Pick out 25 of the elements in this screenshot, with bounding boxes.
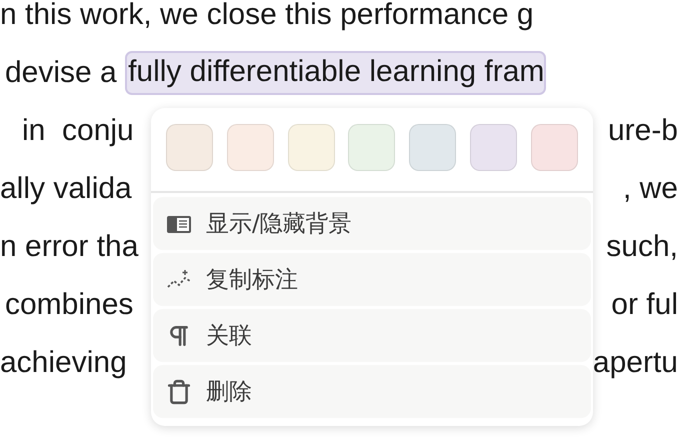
- color-swatch[interactable]: [348, 124, 396, 171]
- menu-item[interactable]: 删除: [153, 365, 591, 418]
- color-swatch[interactable]: [166, 124, 213, 171]
- color-swatch[interactable]: [226, 124, 274, 171]
- trash-icon: [166, 378, 192, 404]
- menu-item[interactable]: 复制标注: [153, 253, 591, 306]
- document-text: , we: [622, 172, 678, 206]
- color-swatch[interactable]: [409, 124, 456, 171]
- document-text: n error tha: [0, 230, 138, 264]
- color-swatch[interactable]: [530, 124, 578, 171]
- document-text: ure-b: [608, 114, 678, 148]
- color-swatch[interactable]: [288, 124, 335, 171]
- document-text: ally valida: [0, 172, 132, 206]
- document-text: such,: [606, 230, 678, 264]
- highlighted-text[interactable]: fully differentiable learning fram: [125, 51, 546, 95]
- menu-item[interactable]: 关联: [153, 309, 591, 362]
- document-text: achieving: [0, 346, 127, 380]
- color-swatch[interactable]: [470, 124, 518, 171]
- document-text: or ful: [611, 288, 678, 322]
- document-text: in conju: [22, 114, 134, 148]
- document-text: n this work, we close this performance g: [0, 0, 534, 32]
- document-text: devise a: [5, 56, 118, 90]
- document-text: apertu: [592, 346, 678, 380]
- menu-item[interactable]: 显示/隐藏背景: [153, 197, 591, 250]
- document-text: combines: [5, 288, 134, 322]
